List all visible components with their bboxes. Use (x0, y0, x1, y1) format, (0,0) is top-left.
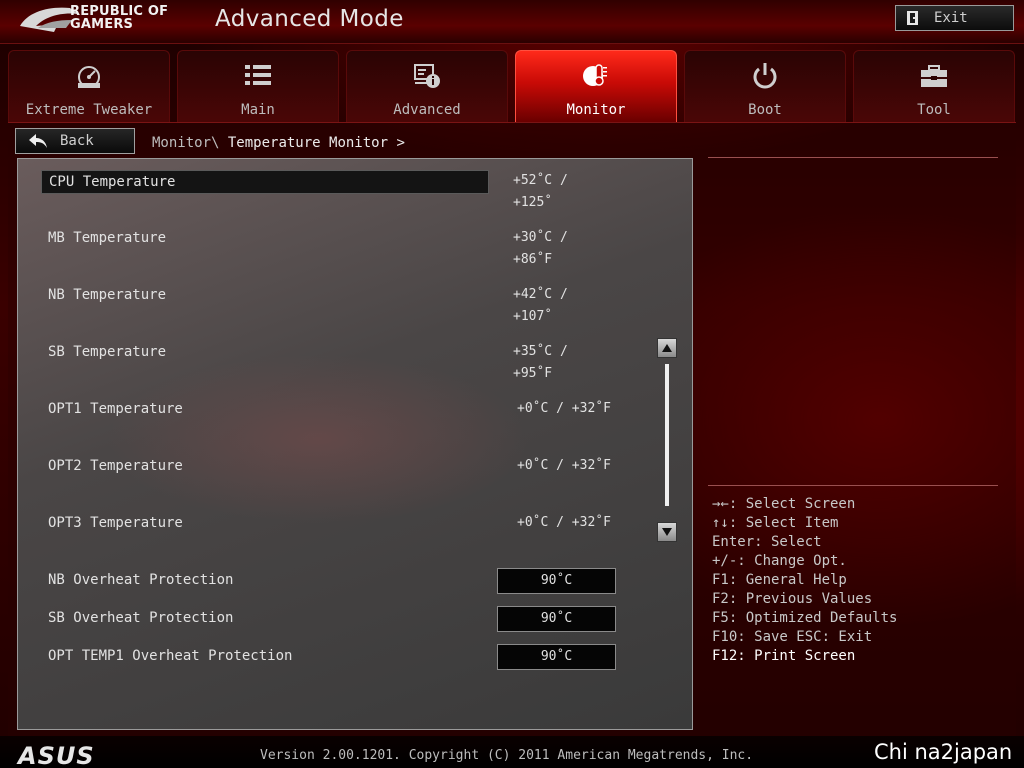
thermometer-icon (583, 64, 607, 86)
scroll-down-button[interactable] (657, 522, 677, 542)
row-value: +35˚C / +95˚F (513, 344, 568, 381)
exit-button[interactable]: Exit (895, 5, 1014, 31)
tab-boot[interactable]: Boot (684, 50, 846, 122)
row-nb-overheat-protection: NB Overheat Protection 90˚C (41, 568, 616, 594)
row-label: SB Overheat Protection (48, 610, 234, 626)
row-sb-overheat-protection: SB Overheat Protection 90˚C (41, 606, 616, 632)
row-value: +30˚C / +86˚F (513, 230, 568, 267)
breadcrumb-current: Temperature Monitor > (227, 135, 405, 151)
row-label: SB Temperature (48, 344, 167, 360)
triangle-down-icon (662, 528, 672, 536)
row-value: +52˚C / +125˚ (513, 173, 568, 210)
back-button[interactable]: Back (15, 128, 135, 154)
tab-label: Boot (748, 102, 782, 118)
triangle-up-icon (662, 344, 672, 352)
back-arrow-icon (29, 134, 47, 148)
scroll-up-button[interactable] (657, 338, 677, 358)
nb-overheat-value-box[interactable]: 90˚C (497, 568, 616, 594)
tab-label: Tool (917, 102, 951, 118)
row-label: OPT TEMP1 Overheat Protection (48, 648, 293, 664)
door-exit-icon (907, 11, 918, 25)
gauge-icon (78, 66, 100, 88)
row-cpu-temperature[interactable]: CPU Temperature +52˚C / +125˚ (41, 170, 601, 210)
brand-text: REPUBLIC OF GAMERS (70, 5, 168, 31)
row-label: OPT2 Temperature (48, 458, 183, 474)
row-opt2-temperature[interactable]: OPT2 Temperature +0˚C / +32˚F (41, 455, 611, 479)
help-item: F10: Save ESC: Exit (712, 629, 873, 645)
row-opt3-temperature[interactable]: OPT3 Temperature +0˚C / +32˚F (41, 512, 611, 536)
tab-label: Monitor (566, 102, 626, 118)
exit-label: Exit (934, 10, 968, 26)
row-value: +0˚C / +32˚F (517, 401, 611, 416)
tab-label: Advanced (393, 102, 461, 118)
help-divider-top (708, 157, 998, 158)
help-item: F1: General Help (712, 572, 847, 588)
row-value: +0˚C / +32˚F (517, 515, 611, 530)
tab-advanced[interactable]: Advanced (346, 50, 508, 122)
tab-monitor[interactable]: Monitor (515, 50, 677, 122)
row-value: +0˚C / +32˚F (517, 458, 611, 473)
row-opt1-temperature[interactable]: OPT1 Temperature +0˚C / +32˚F (41, 398, 611, 422)
footer-bar: ASUS Version 2.00.1201. Copyright (C) 20… (0, 736, 1024, 768)
help-item: F5: Optimized Defaults (712, 610, 898, 626)
help-panel: →←: Select Screen ↑↓: Select Item Enter:… (712, 495, 1012, 666)
row-opt-temp1-overheat-protection: OPT TEMP1 Overheat Protection 90˚C (41, 644, 616, 670)
toolbox-icon (921, 65, 947, 87)
help-item: F12: Print Screen (712, 648, 856, 664)
tab-main[interactable]: Main (177, 50, 339, 122)
brand-line2: GAMERS (70, 17, 134, 32)
page-title: Advanced Mode (215, 6, 404, 32)
row-label: MB Temperature (48, 230, 167, 246)
scrollbar[interactable] (657, 338, 677, 544)
help-item: +/-: Change Opt. (712, 553, 847, 569)
help-item: →←: Select Screen (712, 496, 856, 512)
asus-logo: ASUS (18, 742, 95, 768)
row-label: CPU Temperature (41, 170, 489, 194)
back-label: Back (60, 133, 94, 149)
row-sb-temperature[interactable]: SB Temperature +35˚C / +95˚F (41, 341, 601, 381)
tab-tool[interactable]: Tool (853, 50, 1015, 122)
row-label: OPT3 Temperature (48, 515, 183, 531)
watermark-text: Chi na2japan (874, 740, 1013, 764)
version-text: Version 2.00.1201. Copyright (C) 2011 Am… (260, 748, 754, 763)
breadcrumb-parent[interactable]: Monitor\ (152, 135, 219, 151)
row-label: NB Overheat Protection (48, 572, 234, 588)
help-item: F2: Previous Values (712, 591, 873, 607)
tab-label: Main (241, 102, 275, 118)
tab-label: Extreme Tweaker (25, 102, 153, 118)
sb-overheat-value-box[interactable]: 90˚C (497, 606, 616, 632)
tab-extreme-tweaker[interactable]: Extreme Tweaker (8, 50, 170, 122)
help-item: Enter: Select (712, 534, 822, 550)
help-item: ↑↓: Select Item (712, 515, 839, 531)
list-icon (245, 65, 271, 85)
power-icon (753, 63, 777, 89)
breadcrumb: Monitor\ Temperature Monitor > (152, 135, 405, 151)
main-tabs: Extreme Tweaker Main Advanced Monitor Bo… (8, 50, 1016, 122)
row-value: +42˚C / +107˚ (513, 287, 568, 324)
settings-panel: CPU Temperature +52˚C / +125˚ MB Tempera… (17, 158, 693, 730)
info-chip-icon (414, 64, 440, 88)
help-divider-bottom (708, 485, 998, 486)
header-bar: REPUBLIC OF GAMERS Advanced Mode Exit (0, 0, 1024, 44)
row-mb-temperature[interactable]: MB Temperature +30˚C / +86˚F (41, 227, 601, 267)
opt-temp1-overheat-value-box[interactable]: 90˚C (497, 644, 616, 670)
row-nb-temperature[interactable]: NB Temperature +42˚C / +107˚ (41, 284, 601, 324)
scroll-track[interactable] (665, 364, 669, 506)
row-label: NB Temperature (48, 287, 167, 303)
row-label: OPT1 Temperature (48, 401, 183, 417)
